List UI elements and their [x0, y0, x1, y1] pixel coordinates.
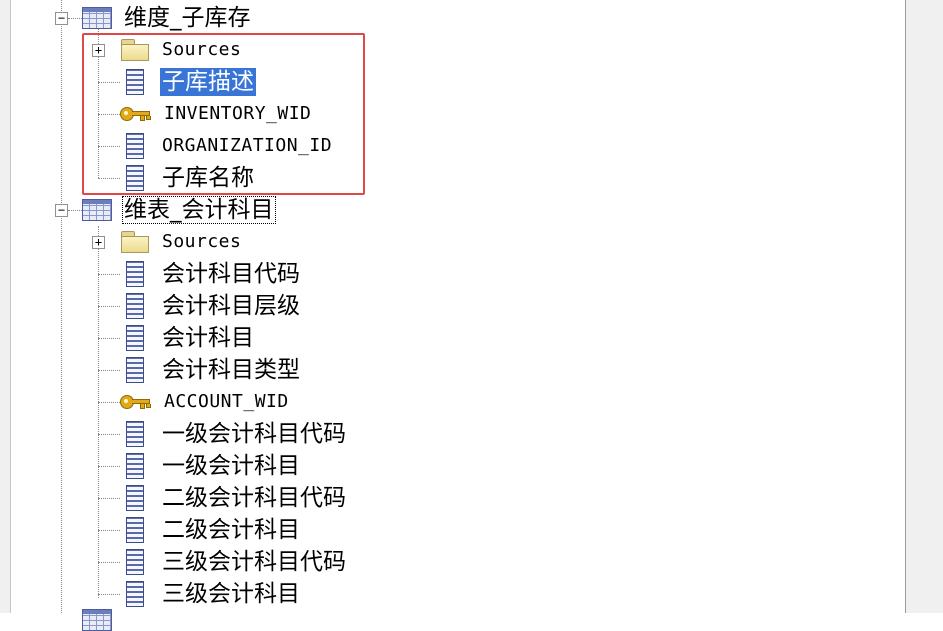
tree-line: [98, 498, 120, 499]
collapse-toggle-table2[interactable]: −: [55, 204, 68, 217]
column-label: 会计科目代码: [162, 261, 300, 287]
column-icon: [126, 421, 144, 447]
column-label: 三级会计科目代码: [162, 549, 346, 575]
tree-line: [98, 370, 120, 371]
table-icon: [82, 609, 112, 631]
column-label: 二级会计科目代码: [162, 485, 346, 511]
column-label: 会计科目层级: [162, 293, 300, 319]
tree-node-table2[interactable]: 维表_会计科目: [82, 194, 276, 226]
tree-line: [98, 226, 99, 598]
expand-toggle-sources1[interactable]: +: [92, 44, 105, 57]
column-icon: [126, 325, 144, 351]
table1-label: 维度_子库存: [124, 5, 251, 31]
key-column-label: ACCOUNT_WID: [164, 391, 289, 412]
tree-node-column[interactable]: 三级会计科目代码: [120, 546, 348, 578]
tree-node-column[interactable]: 会计科目: [120, 322, 256, 354]
table-icon: [82, 7, 112, 29]
tree-line: [61, 0, 62, 215]
column-label: 一级会计科目: [162, 453, 300, 479]
tree-line: [68, 210, 82, 211]
column-icon: [126, 293, 144, 319]
tree-line: [98, 434, 120, 435]
column-icon: [126, 517, 144, 543]
tree-node-column[interactable]: 会计科目代码: [120, 258, 302, 290]
folder-icon: [120, 230, 150, 254]
collapse-toggle-table1[interactable]: −: [55, 12, 68, 25]
tree-line: [98, 530, 120, 531]
column-icon: [126, 485, 144, 511]
tree-node-column[interactable]: 会计科目层级: [120, 290, 302, 322]
table2-label: 维表_会计科目: [122, 196, 276, 224]
tree-node-column[interactable]: 二级会计科目: [120, 514, 302, 546]
sources2-label: Sources: [162, 231, 242, 252]
column-icon: [126, 357, 144, 383]
tree-line: [61, 218, 62, 613]
tree-line: [98, 402, 120, 403]
tree-line: [98, 466, 120, 467]
tree-node-key-column[interactable]: ACCOUNT_WID: [120, 386, 291, 418]
tree-line: [98, 306, 120, 307]
tree-line: [98, 562, 120, 563]
expand-toggle-sources2[interactable]: +: [92, 236, 105, 249]
column-icon: [126, 581, 144, 607]
key-icon: [120, 395, 152, 409]
tree-node-table1[interactable]: 维度_子库存: [82, 2, 253, 34]
tree-node-sources2[interactable]: Sources: [120, 226, 243, 258]
tree-node-column[interactable]: 二级会计科目代码: [120, 482, 348, 514]
tree-node-column[interactable]: 三级会计科目: [120, 578, 302, 610]
table-icon: [82, 199, 112, 221]
tree-line: [98, 338, 120, 339]
column-icon: [126, 549, 144, 575]
column-label: 三级会计科目: [162, 581, 300, 607]
tree-line: [68, 18, 82, 19]
column-label: 二级会计科目: [162, 517, 300, 543]
right-panel-edge: [905, 0, 943, 613]
tree-line: [98, 594, 120, 595]
tree-node-column[interactable]: 会计科目类型: [120, 354, 302, 386]
highlight-box: [82, 33, 365, 195]
tree-view[interactable]: − + − + 维度_子库存 Sources 子库描述 INVENTORY_WI…: [0, 0, 905, 631]
column-label: 会计科目: [162, 325, 254, 351]
column-icon: [126, 261, 144, 287]
tree-line: [98, 274, 120, 275]
tree-node-column[interactable]: 一级会计科目: [120, 450, 302, 482]
column-label: 一级会计科目代码: [162, 421, 346, 447]
tree-node-column[interactable]: 一级会计科目代码: [120, 418, 348, 450]
column-icon: [126, 453, 144, 479]
column-label: 会计科目类型: [162, 357, 300, 383]
